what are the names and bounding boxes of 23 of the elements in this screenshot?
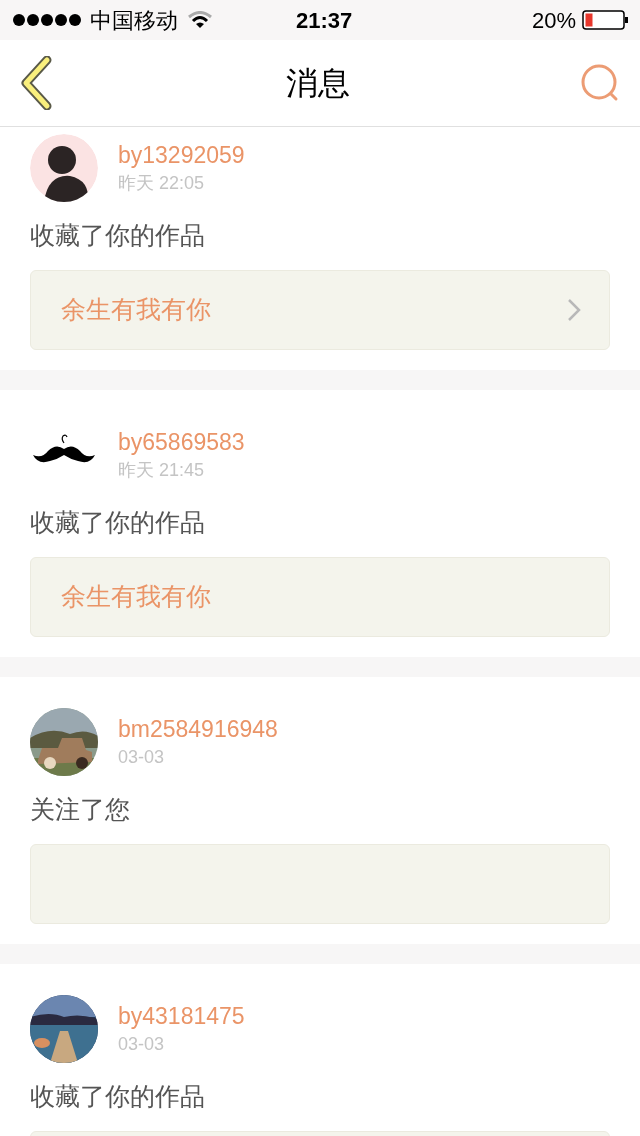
action-text: 收藏了你的作品: [30, 220, 206, 250]
message-time: 03-03: [118, 746, 166, 769]
user-name[interactable]: bm2584916948: [118, 715, 278, 743]
battery-icon: [582, 10, 628, 30]
user-name[interactable]: by13292059: [118, 141, 245, 169]
wifi-icon: [188, 11, 212, 29]
signal-icon: [12, 13, 82, 27]
battery-percent: 20%: [531, 6, 576, 35]
clock-time: 21:37: [296, 6, 353, 35]
user-name[interactable]: by43181475: [118, 1002, 245, 1030]
action-text: 收藏了你的作品: [30, 1081, 206, 1111]
avatar-icon[interactable]: [30, 134, 98, 202]
chevron-icon: [567, 298, 581, 322]
action-text: 收藏了你的作品: [30, 507, 206, 537]
carrier-name: 中国移动: [90, 6, 178, 35]
page-title: 消息: [286, 64, 350, 103]
work-link[interactable]: 余生有我有你: [30, 557, 610, 637]
message-time: 昨天 21:45: [118, 459, 206, 482]
work-link[interactable]: 余生有我有你: [30, 270, 610, 350]
action-text: 关注了您: [30, 794, 131, 824]
message-time: 03-03: [118, 1033, 166, 1056]
user-name[interactable]: by65869583: [118, 428, 245, 456]
message-time: 昨天 22:05: [118, 172, 206, 195]
